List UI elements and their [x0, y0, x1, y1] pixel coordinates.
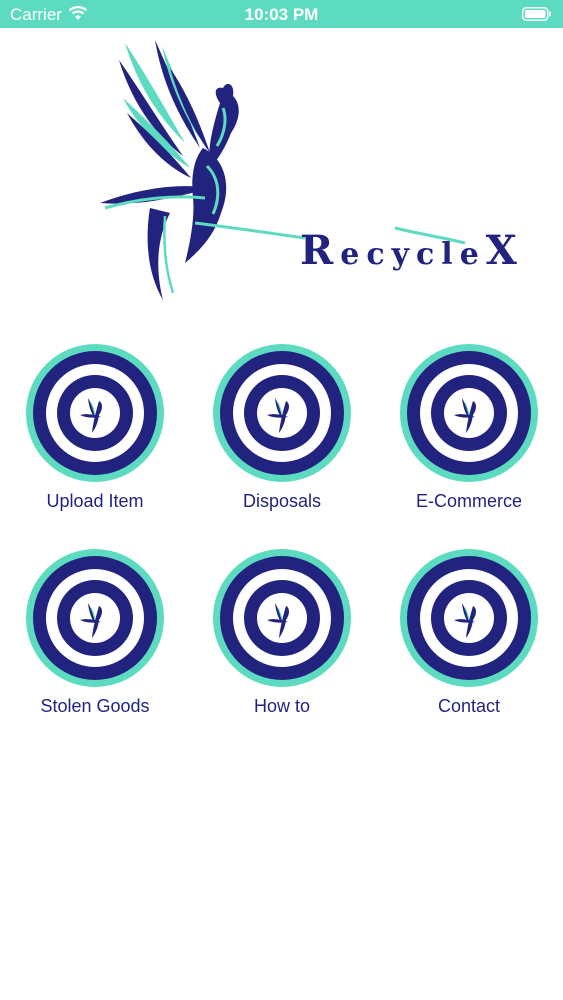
phoenix-target-icon	[26, 549, 164, 687]
menu-item-upload-item[interactable]: Upload Item	[5, 343, 185, 543]
phoenix-target-icon	[213, 549, 351, 687]
menu-item-label: Contact	[437, 696, 501, 716]
battery-icon	[522, 7, 552, 26]
logo-wordmark: RecycleX	[300, 227, 524, 274]
phoenix-target-icon	[400, 344, 538, 482]
menu-item-label: Disposals	[242, 491, 322, 511]
phoenix-target-icon	[26, 344, 164, 482]
phoenix-target-icon	[400, 549, 538, 687]
status-bar: Carrier 10:03 PM	[0, 0, 563, 28]
menu-item-label: E-Commerce	[415, 491, 522, 511]
menu-item-contact[interactable]: Contact	[379, 548, 559, 748]
phoenix-target-icon	[213, 344, 351, 482]
menu-item-label: How to	[253, 696, 311, 716]
menu-item-e-commerce[interactable]: E-Commerce	[379, 343, 559, 543]
menu-item-stolen-goods[interactable]: Stolen Goods	[5, 548, 185, 748]
recyclex-logo: RecycleX	[95, 38, 517, 303]
menu-item-disposals[interactable]: Disposals	[192, 343, 372, 543]
menu-item-how-to[interactable]: How to	[192, 548, 372, 748]
status-time: 10:03 PM	[244, 5, 319, 24]
menu-item-label: Stolen Goods	[40, 696, 150, 716]
menu-item-label: Upload Item	[46, 491, 144, 511]
